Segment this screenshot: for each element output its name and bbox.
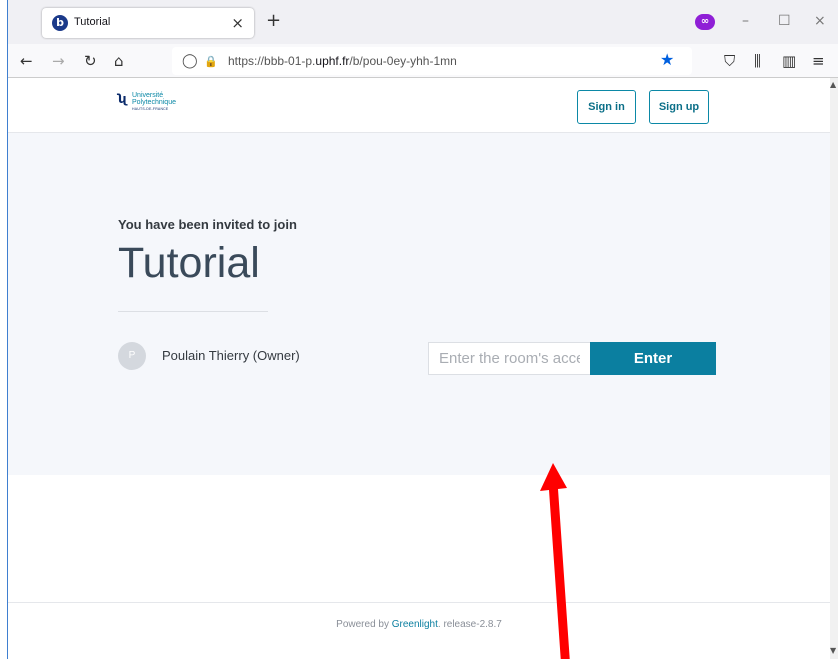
tab-close-icon[interactable]: ×	[231, 14, 244, 32]
library-icon[interactable]: ⫼	[754, 52, 761, 70]
scroll-down-icon[interactable]: ▼	[830, 646, 836, 655]
page-viewport: ʯ Université Polytechnique HAUTS-DE-FRAN…	[8, 78, 830, 659]
owner-name: Poulain Thierry (Owner)	[162, 348, 300, 363]
scroll-up-icon[interactable]: ▲	[830, 80, 836, 89]
greenlight-link[interactable]: Greenlight	[392, 619, 438, 630]
browser-window: b Tutorial × + ∞ – ☐ × ← → ↻ ⌂ ◯ 🔒 https…	[8, 0, 838, 659]
room-title: Tutorial	[118, 239, 260, 287]
tab-tutorial[interactable]: b Tutorial ×	[42, 8, 254, 38]
tab-strip: b Tutorial × + ∞ – ☐ ×	[8, 0, 838, 44]
footer-text: Powered by Greenlight. release-2.8.7	[8, 619, 830, 630]
url-text: https://bbb-01-p.uphf.fr/b/pou-0ey-yhh-1…	[228, 54, 457, 68]
logo-line3: HAUTS-DE-FRANCE	[132, 107, 169, 111]
page-footer: Powered by Greenlight. release-2.8.7	[8, 602, 830, 659]
bigbluebutton-favicon-icon: b	[52, 15, 68, 31]
private-browsing-icon: ∞	[695, 14, 715, 30]
invite-text: You have been invited to join	[118, 217, 297, 232]
powered-by-text: Powered by	[336, 619, 392, 630]
menu-icon[interactable]: ≡	[812, 52, 825, 70]
room-join-panel: You have been invited to join Tutorial P…	[8, 133, 830, 475]
minimize-button[interactable]: –	[742, 12, 749, 30]
pocket-icon[interactable]: ⛉	[724, 52, 735, 70]
forward-icon[interactable]: →	[52, 52, 65, 70]
url-bar[interactable]: ◯ 🔒 https://bbb-01-p.uphf.fr/b/pou-0ey-y…	[172, 47, 692, 75]
logo-line2: Polytechnique	[132, 99, 176, 106]
logo-line1: Université	[132, 92, 164, 99]
enter-button[interactable]: Enter	[590, 342, 716, 375]
site-header: ʯ Université Polytechnique HAUTS-DE-FRAN…	[8, 78, 830, 133]
sidebar-icon[interactable]: ▥	[782, 52, 796, 70]
owner-avatar: P	[118, 342, 146, 370]
bookmark-star-icon[interactable]: ★	[660, 51, 674, 69]
reload-icon[interactable]: ↻	[84, 52, 97, 70]
new-tab-icon[interactable]: +	[266, 12, 281, 30]
access-code-input[interactable]	[428, 342, 590, 375]
window-edge	[0, 0, 8, 659]
navigation-toolbar: ← → ↻ ⌂ ◯ 🔒 https://bbb-01-p.uphf.fr/b/p…	[8, 44, 838, 78]
tracking-protection-icon[interactable]: ◯	[182, 53, 198, 69]
home-icon[interactable]: ⌂	[114, 52, 124, 70]
sign-in-button[interactable]: Sign in	[577, 90, 636, 124]
vertical-scrollbar[interactable]: ▲ ▼	[830, 78, 838, 659]
divider	[118, 311, 268, 312]
release-text: . release-2.8.7	[437, 619, 502, 630]
university-logo[interactable]: ʯ Université Polytechnique HAUTS-DE-FRAN…	[118, 90, 198, 116]
back-icon[interactable]: ←	[20, 52, 33, 70]
annotation-arrow-icon	[540, 463, 570, 659]
sign-up-button[interactable]: Sign up	[649, 90, 709, 124]
maximize-button[interactable]: ☐	[778, 12, 791, 30]
lock-icon[interactable]: 🔒	[204, 54, 218, 70]
logo-mark-icon: ʯ	[118, 92, 128, 106]
tab-title: Tutorial	[74, 16, 111, 28]
close-window-button[interactable]: ×	[814, 12, 826, 30]
